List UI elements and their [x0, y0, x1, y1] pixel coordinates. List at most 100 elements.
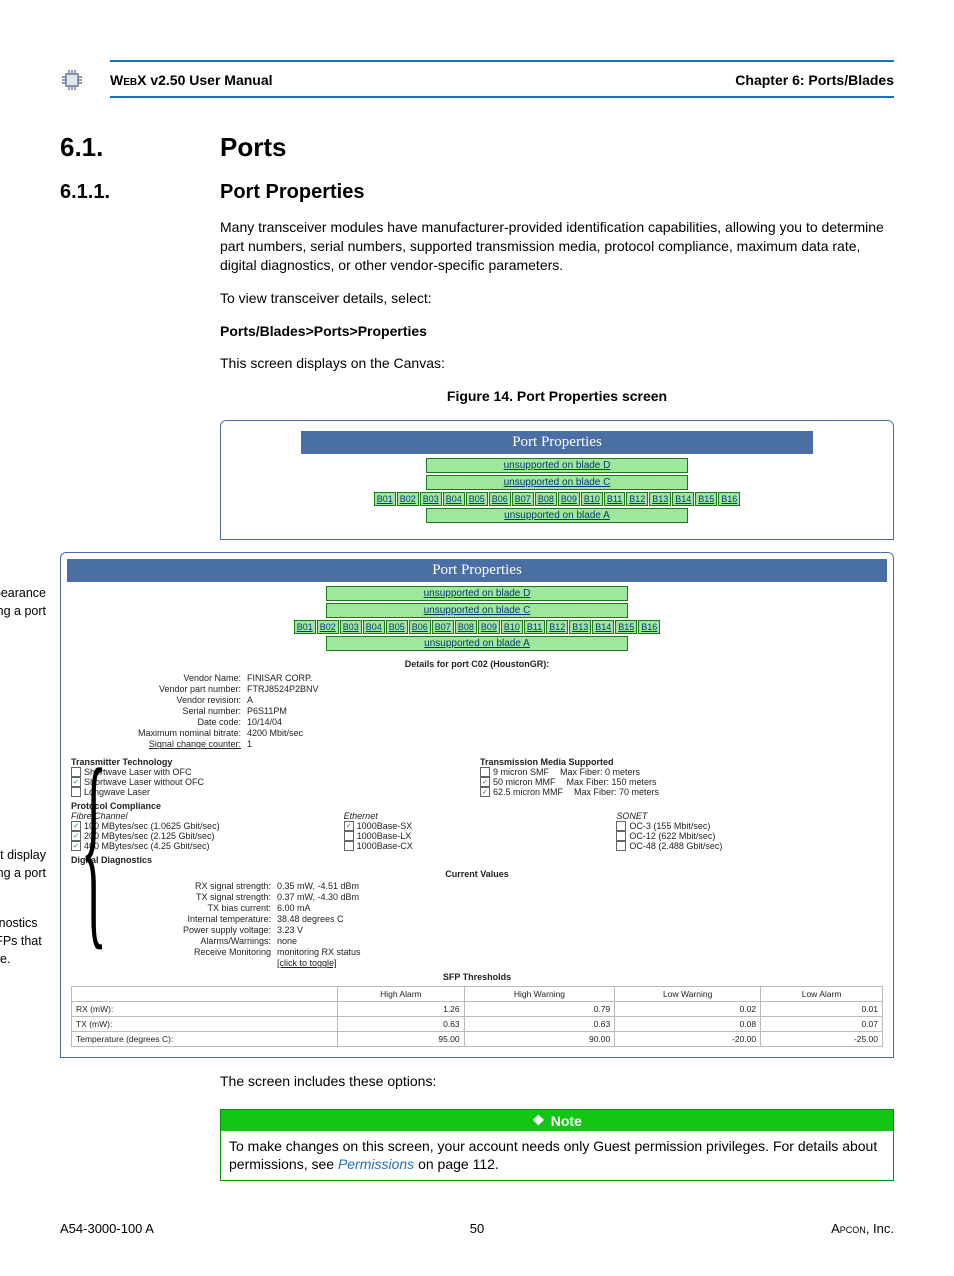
port-cell[interactable]: B03 [420, 492, 442, 506]
port-properties-after-panel: ↑ { Port Properties unsupported on blade… [60, 552, 894, 1058]
port-properties-before-panel: Port Properties unsupported on blade D u… [220, 420, 894, 540]
ethernet-title: Ethernet [344, 811, 378, 821]
port-cell[interactable]: B08 [535, 492, 557, 506]
port-cell[interactable]: B03 [340, 620, 362, 634]
port-cell[interactable]: B01 [294, 620, 316, 634]
port-cell[interactable]: B15 [695, 492, 717, 506]
current-value-row: TX bias current:6.00 mA [71, 903, 883, 913]
port-cell[interactable]: B01 [374, 492, 396, 506]
checkbox-row: ✓Shortwave Laser without OFC [71, 777, 474, 787]
protocol-compliance-title: Protocol Compliance [71, 801, 883, 811]
current-value-row: TX signal strength:0.37 mW, -4.30 dBm [71, 892, 883, 902]
checkbox-row: ✓200 MBytes/sec (2.125 Gbit/sec) [71, 831, 338, 841]
detail-row: Vendor part number:FTRJ8524P2BNV [71, 684, 883, 694]
port-details: Details for port C02 (HoustonGR): Vendor… [61, 653, 893, 1051]
checkbox-row: Longwave Laser [71, 787, 474, 797]
checkbox-icon: ✓ [71, 831, 81, 841]
port-cell[interactable]: B14 [592, 620, 614, 634]
checkbox-icon [616, 841, 626, 851]
after-label: Details that display after selecting a p… [0, 848, 46, 880]
checkbox-row: ✓62.5 micron MMFMax Fiber: 70 meters [480, 787, 883, 797]
port-cell[interactable]: B12 [626, 492, 648, 506]
detail-row: Vendor Name:FINISAR CORP. [71, 673, 883, 683]
port-cell[interactable]: B13 [649, 492, 671, 506]
table-row: TX (mW):0.630.630.080.07 [72, 1017, 883, 1032]
detail-row: Maximum nominal bitrate:4200 Mbit/sec [71, 728, 883, 738]
brace-icon: { [81, 753, 107, 940]
port-cell[interactable]: B02 [397, 492, 419, 506]
sfp-thresholds-title: SFP Thresholds [71, 972, 883, 982]
port-cell[interactable]: B07 [512, 492, 534, 506]
details-header: Details for port C02 (HoustonGR): [71, 659, 883, 669]
sonet-title: SONET [616, 811, 647, 821]
blade-c-row-2[interactable]: unsupported on blade C [326, 603, 628, 618]
port-cell[interactable]: B06 [489, 492, 511, 506]
checkbox-row: ✓100 MBytes/sec (1.0625 Gbit/sec) [71, 821, 338, 831]
port-cell[interactable]: B10 [581, 492, 603, 506]
checkbox-row: OC-12 (622 Mbit/sec) [616, 831, 883, 841]
checkbox-icon: ✓ [71, 821, 81, 831]
doc-id: A54-3000-100 A [60, 1221, 338, 1236]
note-box: ❖ Note To make changes on this screen, y… [220, 1109, 894, 1180]
checkbox-row: 9 micron SMFMax Fiber: 0 meters [480, 767, 883, 777]
checkbox-icon: ✓ [71, 777, 81, 787]
company-name: Apcon, Inc. [616, 1221, 894, 1236]
options-lead: The screen includes these options: [220, 1072, 894, 1091]
checkbox-icon: ✓ [480, 787, 490, 797]
intro-paragraph: Many transceiver modules have manufactur… [220, 218, 894, 275]
port-row-b: B01B02B03B04B05B06B07B08B09B10B11B12B13B… [261, 492, 853, 506]
port-cell[interactable]: B04 [363, 620, 385, 634]
blade-a-row-2[interactable]: unsupported on blade A [326, 636, 628, 651]
page-number: 50 [338, 1221, 616, 1236]
port-cell[interactable]: B16 [638, 620, 660, 634]
thresholds-table: High AlarmHigh WarningLow WarningLow Ala… [71, 986, 883, 1047]
checkbox-icon [616, 821, 626, 831]
port-cell[interactable]: B08 [455, 620, 477, 634]
digital-diagnostics-title: Digital Diagnostics [71, 855, 883, 865]
before-label: Screen appearance before selecting a por… [0, 586, 46, 618]
port-cell[interactable]: B16 [718, 492, 740, 506]
permissions-link[interactable]: Permissions [338, 1156, 414, 1172]
doc-title: WebX v2.50 User Manual [110, 72, 735, 88]
checkbox-icon: ✓ [71, 841, 81, 851]
checkbox-row: OC-3 (155 Mbit/sec) [616, 821, 883, 831]
current-values-title: Current Values [71, 869, 883, 879]
blade-d-row-2[interactable]: unsupported on blade D [326, 586, 628, 601]
checkbox-icon [480, 767, 490, 777]
current-value-row: Alarms/Warnings:none [71, 936, 883, 946]
detail-row: Date code:10/14/04 [71, 717, 883, 727]
port-cell[interactable]: B05 [466, 492, 488, 506]
table-row: RX (mW):1.260.790.020.01 [72, 1002, 883, 1017]
checkbox-row: 1000Base-CX [344, 841, 611, 851]
port-cell[interactable]: B13 [569, 620, 591, 634]
blade-c-row[interactable]: unsupported on blade C [426, 475, 688, 490]
port-cell[interactable]: B09 [478, 620, 500, 634]
nav-lead: To view transceiver details, select: [220, 289, 894, 308]
port-cell[interactable]: B15 [615, 620, 637, 634]
port-cell[interactable]: B14 [672, 492, 694, 506]
transmitter-tech-title: Transmitter Technology [71, 757, 474, 767]
panel-title: Port Properties [301, 431, 813, 454]
current-value-row: Receive Monitoringmonitoring RX status [71, 947, 883, 957]
blade-a-row[interactable]: unsupported on blade A [426, 508, 688, 523]
transmission-media-title: Transmission Media Supported [480, 757, 883, 767]
note-icon: ❖ [532, 1112, 545, 1129]
port-cell[interactable]: B04 [443, 492, 465, 506]
port-cell[interactable]: B02 [317, 620, 339, 634]
panel-title-2: Port Properties [67, 559, 887, 582]
port-row-b-2: B01B02B03B04B05B06B07B08B09B10B11B12B13B… [61, 620, 893, 634]
port-cell[interactable]: B10 [501, 620, 523, 634]
checkbox-icon [71, 767, 81, 777]
port-cell[interactable]: B05 [386, 620, 408, 634]
port-cell[interactable]: B11 [524, 620, 545, 634]
current-value-row: RX signal strength:0.35 mW, -4.51 dBm [71, 881, 883, 891]
port-cell[interactable]: B11 [604, 492, 625, 506]
checkbox-icon [344, 841, 354, 851]
port-cell[interactable]: B07 [432, 620, 454, 634]
port-cell[interactable]: B12 [546, 620, 568, 634]
port-cell[interactable]: B09 [558, 492, 580, 506]
port-cell[interactable]: B06 [409, 620, 431, 634]
blade-d-row[interactable]: unsupported on blade D [426, 458, 688, 473]
diagnostics-note: Note: Digital Diagnostics display only f… [0, 916, 46, 966]
page-footer: A54-3000-100 A 50 Apcon, Inc. [60, 1221, 894, 1236]
